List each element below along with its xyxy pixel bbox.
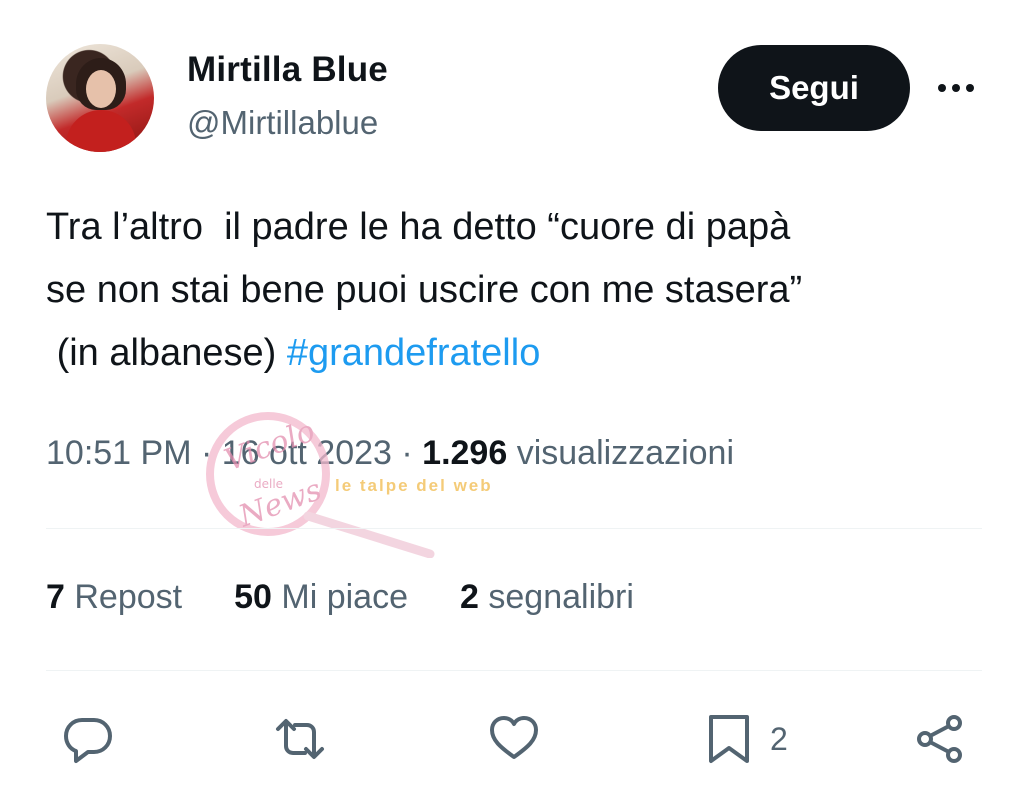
divider [46,670,982,671]
tweet-time[interactable]: 10:51 PM [46,434,192,472]
bookmark-icon [709,715,749,763]
bookmark-count: 2 [770,720,788,757]
more-options-icon[interactable] [934,73,978,103]
hashtag-link[interactable]: #grandefratello [287,332,541,374]
avatar-dress [66,110,136,152]
repost-button[interactable] [274,704,326,774]
tweet-meta: 10:51 PM · 16 ott 2023 · 1.296 visualizz… [46,434,734,473]
likes-count: 50 [234,578,272,616]
likes-label: Mi piace [281,578,408,616]
action-bar: 2 [0,704,1024,774]
repost-icon [276,719,324,759]
likes-stat[interactable]: 50 Mi piace [234,578,408,616]
reply-icon [64,718,112,763]
share-button[interactable] [914,704,966,774]
watermark-tagline: le talpe del web [335,476,493,495]
reply-button[interactable] [62,704,114,774]
bookmarks-count: 2 [460,578,479,616]
follow-button[interactable]: Segui [718,45,910,131]
user-handle[interactable]: @Mirtillablue [187,104,378,142]
bookmarks-stat[interactable]: 2 segnalibri [460,578,634,616]
share-icon [917,715,962,763]
like-button[interactable] [488,704,540,774]
reposts-count: 7 [46,578,65,616]
tweet-text: Tra l’altro il padre le ha detto “cuore … [46,196,996,385]
meta-separator: · [200,434,222,472]
views-label: visualizzazioni [516,434,735,472]
divider [46,528,982,529]
reposts-stat[interactable]: 7 Repost [46,578,182,616]
avatar-face [86,70,116,108]
meta-separator: · [401,434,423,472]
tweet-date[interactable]: 16 ott 2023 [222,434,392,472]
views-count: 1.296 [422,434,508,472]
engagement-stats: 7 Repost 50 Mi piace 2 segnalibri [46,578,686,617]
heart-icon [490,716,538,759]
display-name[interactable]: Mirtilla Blue [187,50,388,90]
watermark-text-2: delle [254,477,283,491]
bookmark-button[interactable]: 2 [704,704,788,774]
reposts-label: Repost [74,578,183,616]
avatar[interactable] [46,44,154,152]
watermark-text-3: News [233,472,326,534]
bookmarks-label: segnalibri [488,578,634,616]
